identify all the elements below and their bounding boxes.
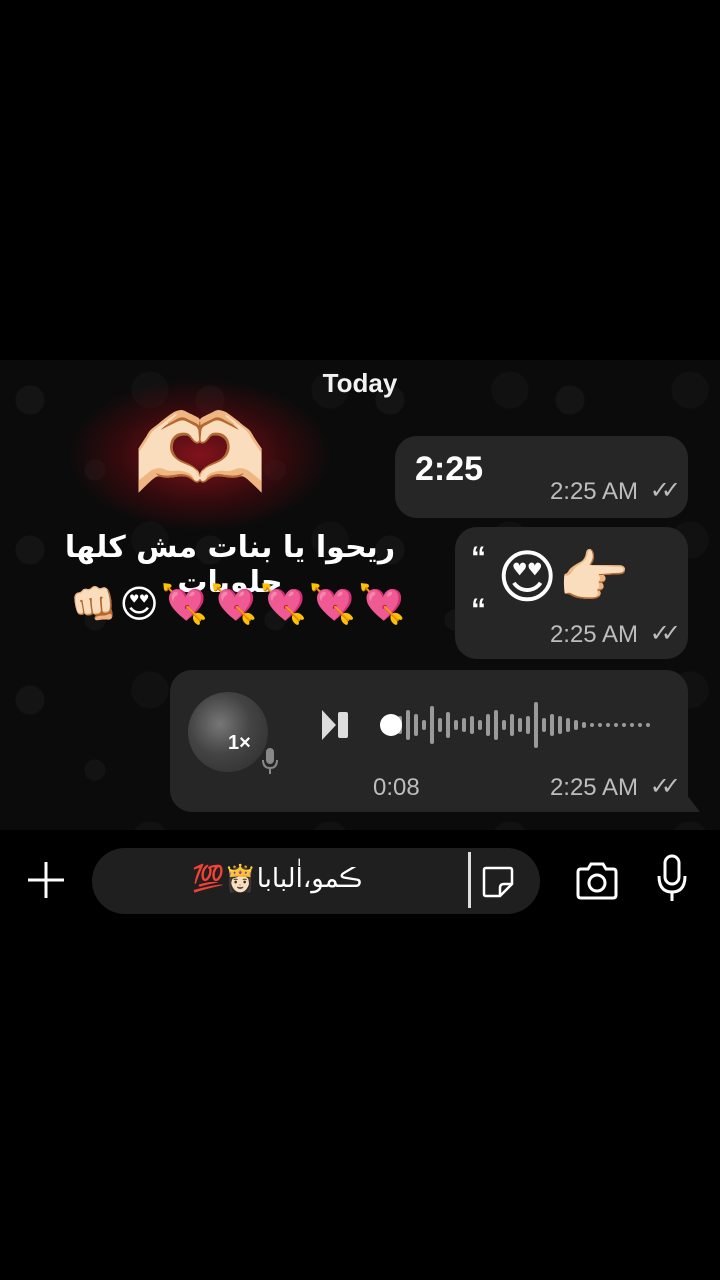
- overlay-emoji-row: 👊🏻😍💘💘💘💘💘: [70, 584, 408, 626]
- message-timestamp: 2:25 AM: [549, 478, 638, 505]
- message-bubble-2[interactable]: “ “ 😍👉🏻 2:25 AM ✓✓: [455, 527, 688, 659]
- message-emojis: 😍👉🏻: [497, 545, 630, 610]
- camera-icon[interactable]: [574, 862, 620, 900]
- voice-duration: 0:08: [373, 774, 420, 801]
- composer-bar: ڪمو،اٰلبابا👸🏻💯: [0, 838, 720, 922]
- microphone-icon[interactable]: [656, 854, 688, 904]
- bubble-tail: [686, 794, 700, 812]
- voice-waveform[interactable]: [378, 700, 668, 750]
- message-timestamp: 2:25 AM: [549, 774, 638, 801]
- message-timestamp: 2:25 AM: [549, 621, 638, 648]
- playback-speed[interactable]: 1×: [228, 732, 251, 755]
- attach-plus-button[interactable]: [24, 858, 68, 902]
- voice-message-bubble[interactable]: 1× 0:08 2:25 AM ✓✓: [170, 670, 688, 812]
- sticker-icon[interactable]: [480, 864, 516, 900]
- message-bubble-1[interactable]: 2:25 2:25 AM ✓✓: [395, 436, 688, 518]
- read-receipt-icon: ✓✓: [649, 620, 681, 647]
- message-input[interactable]: ڪمو،اٰلبابا👸🏻💯: [92, 848, 540, 914]
- quote-close: “: [471, 593, 486, 626]
- message-input-text: ڪمو،اٰلبابا👸🏻💯: [192, 864, 363, 894]
- avatar[interactable]: 1×: [188, 692, 268, 772]
- mic-small-icon: [260, 746, 280, 782]
- play-icon[interactable]: [320, 708, 352, 742]
- plus-icon: [28, 862, 64, 898]
- read-receipt-icon: ✓✓: [649, 773, 681, 800]
- text-cursor: [468, 852, 471, 908]
- playback-scrubber[interactable]: [380, 714, 402, 736]
- message-text: 2:25: [415, 450, 484, 488]
- read-receipt-icon: ✓✓: [649, 477, 681, 504]
- quote-open: “: [471, 541, 486, 574]
- chat-screen: Today 🫶🏻 ريحوا يا بنات مش كلها حلويات 👊🏻…: [0, 0, 720, 1280]
- heart-hands-emoji: 🫶🏻: [131, 393, 269, 516]
